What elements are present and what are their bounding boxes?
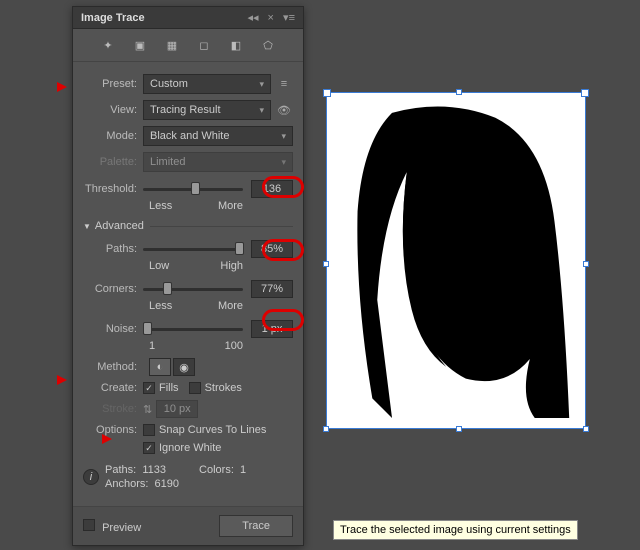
info-icon: i <box>83 469 99 485</box>
fills-checkbox[interactable]: ✓ <box>143 382 155 394</box>
close-icon[interactable]: × <box>268 12 274 24</box>
mode-label: Mode: <box>83 130 143 142</box>
threshold-value[interactable]: 136 <box>251 180 293 198</box>
noise-value[interactable]: 1 px <box>251 320 293 338</box>
panel-header: Image Trace ◂◂ × ▾≡ <box>73 7 303 29</box>
palette-select: Limited <box>143 152 293 172</box>
threshold-slider[interactable] <box>143 182 243 196</box>
palette-label: Palette: <box>83 156 143 168</box>
stroke-label: Stroke: <box>83 403 143 415</box>
fills-label: Fills <box>159 382 179 394</box>
strokes-checkbox[interactable] <box>189 382 201 394</box>
corners-label: Corners: <box>83 283 143 295</box>
options-label: Options: <box>83 424 143 436</box>
snap-checkbox[interactable] <box>143 424 155 436</box>
black-white-icon[interactable]: ◧ <box>227 37 245 53</box>
grayscale-icon[interactable]: ◻ <box>195 37 213 53</box>
ignore-white-checkbox[interactable]: ✓ <box>143 442 155 454</box>
noise-slider[interactable] <box>143 322 243 336</box>
mode-select[interactable]: Black and White <box>143 126 293 146</box>
annotation-arrow-icon <box>57 82 67 92</box>
stroke-value: 10 px <box>156 400 198 418</box>
auto-color-icon[interactable]: ✦ <box>99 37 117 53</box>
image-trace-panel: Image Trace ◂◂ × ▾≡ ✦ ▣ ▦ ◻ ◧ ⬠ Preset: … <box>72 6 304 546</box>
preview-checkbox[interactable] <box>83 519 95 531</box>
threshold-label: Threshold: <box>83 183 143 195</box>
trace-tooltip: Trace the selected image using current s… <box>333 520 578 540</box>
noise-label: Noise: <box>83 323 143 335</box>
menu-icon[interactable]: ▾≡ <box>283 12 295 24</box>
outline-icon[interactable]: ⬠ <box>259 37 277 53</box>
annotation-arrow-icon <box>102 434 112 444</box>
snap-label: Snap Curves To Lines <box>159 424 266 436</box>
annotation-arrow-icon <box>57 375 67 385</box>
strokes-label: Strokes <box>205 382 242 394</box>
corners-value[interactable]: 77% <box>251 280 293 298</box>
view-select[interactable]: Tracing Result <box>143 100 271 120</box>
method-label: Method: <box>83 361 143 373</box>
info-readout: Paths: 1133 Colors: 1 Anchors: 6190 <box>105 464 246 490</box>
method-overlapping-icon[interactable]: ◉ <box>173 358 195 376</box>
low-color-icon[interactable]: ▦ <box>163 37 181 53</box>
panel-title: Image Trace <box>81 12 145 24</box>
canvas-artboard[interactable] <box>326 92 586 429</box>
paths-value[interactable]: 85% <box>251 240 293 258</box>
paths-label: Paths: <box>83 243 143 255</box>
preset-select[interactable]: Custom <box>143 74 271 94</box>
paths-slider[interactable] <box>143 242 243 256</box>
advanced-toggle[interactable]: Advanced <box>83 220 293 232</box>
trace-button[interactable]: Trace <box>219 515 293 537</box>
collapse-icon[interactable]: ◂◂ <box>247 12 258 24</box>
preset-menu-icon[interactable]: ≡ <box>275 78 293 90</box>
high-color-icon[interactable]: ▣ <box>131 37 149 53</box>
create-label: Create: <box>83 382 143 394</box>
preview-label: Preview <box>102 522 141 534</box>
stroke-link-icon: ⇅ <box>143 403 152 416</box>
view-label: View: <box>83 104 143 116</box>
ignore-white-label: Ignore White <box>159 442 221 454</box>
eye-icon[interactable]: 👁 <box>275 104 293 117</box>
preset-label: Preset: <box>83 78 143 90</box>
preset-icon-row: ✦ ▣ ▦ ◻ ◧ ⬠ <box>73 29 303 62</box>
traced-image <box>337 103 575 418</box>
corners-slider[interactable] <box>143 282 243 296</box>
method-abutting-icon[interactable]: ◐ <box>149 358 171 376</box>
